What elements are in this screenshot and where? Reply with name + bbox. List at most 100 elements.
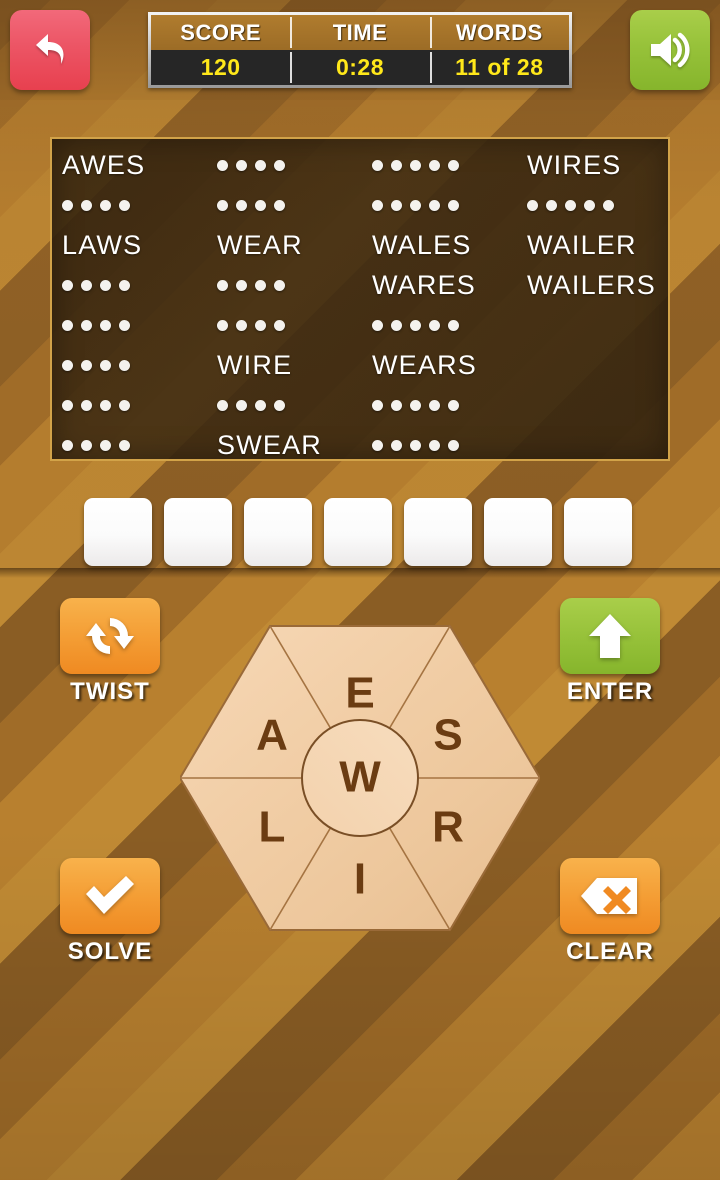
clear-button-face (560, 858, 660, 934)
hidden-letter-dot (100, 439, 111, 451)
stat-words-label-cell: WORDS (429, 15, 569, 50)
hidden-word-dots (217, 159, 285, 171)
hidden-letter-dot (100, 399, 111, 411)
solve-button[interactable]: SOLVE (60, 858, 160, 966)
hidden-letter-dot (448, 199, 459, 211)
hidden-letter-dot (565, 199, 576, 211)
hidden-word-dots (372, 199, 459, 211)
answer-tile[interactable] (404, 498, 472, 566)
word-cell-hidden (62, 385, 217, 425)
hidden-letter-dot (410, 159, 421, 171)
hidden-letter-dot (527, 199, 538, 211)
clear-button[interactable]: CLEAR (560, 858, 660, 966)
answer-tile[interactable] (244, 498, 312, 566)
hidden-letter-dot (429, 159, 440, 171)
solve-button-label: SOLVE (67, 938, 153, 965)
word-cell-hidden (372, 145, 527, 185)
answer-tiles-row (84, 498, 636, 568)
hidden-letter-dot (81, 199, 92, 211)
word-cell-found: WAILERS (527, 265, 668, 305)
hidden-letter-dot (119, 199, 130, 211)
word-grid: AWES WIRES LAWS WEAR WALES WAILER WARES WAILERS… (52, 139, 668, 459)
sound-toggle-button[interactable] (630, 10, 710, 90)
found-word: WIRE (217, 349, 293, 380)
answer-tile[interactable] (484, 498, 552, 566)
word-cell-hidden (372, 425, 527, 459)
up-arrow-icon (586, 610, 634, 662)
stats-value-row: 120 0:28 11 of 28 (151, 50, 569, 85)
found-word: SWEAR (217, 429, 323, 460)
hidden-word-dots (62, 399, 130, 411)
hidden-letter-dot (274, 319, 285, 331)
hidden-letter-dot (62, 359, 73, 371)
hidden-word-dots (372, 159, 459, 171)
hidden-letter-dot (255, 199, 266, 211)
word-cell-found: WARES (372, 265, 527, 305)
word-cell-hidden (372, 385, 527, 425)
word-cell-found: WIRES (527, 145, 668, 185)
twist-button-face (60, 598, 160, 674)
word-cell-hidden (217, 265, 372, 305)
found-word: LAWS (62, 229, 143, 260)
hidden-letter-dot (217, 199, 228, 211)
word-cell-empty (527, 305, 668, 345)
hidden-letter-dot (119, 359, 130, 371)
twist-button-label: TWIST (70, 678, 150, 705)
hidden-letter-dot (255, 159, 266, 171)
hidden-word-dots (217, 199, 285, 211)
hidden-word-dots (62, 439, 130, 451)
word-cell-empty (527, 425, 668, 459)
hidden-word-dots (62, 359, 130, 371)
word-cell-hidden (217, 305, 372, 345)
score-value: 120 (200, 54, 241, 80)
hidden-letter-dot (100, 319, 111, 331)
hidden-letter-dot (546, 199, 557, 211)
stats-panel: SCORE TIME WORDS 120 0:28 11 of 28 (148, 12, 572, 88)
hidden-letter-dot (236, 199, 247, 211)
answer-tile[interactable] (564, 498, 632, 566)
answer-tile[interactable] (84, 498, 152, 566)
backspace-x-icon (579, 874, 641, 918)
hidden-letter-dot (410, 439, 421, 451)
hidden-letter-dot (372, 159, 383, 171)
enter-button[interactable]: ENTER (560, 598, 660, 706)
hidden-letter-dot (81, 439, 92, 451)
letter-wheel[interactable]: E S R I L A W (180, 618, 540, 938)
hidden-letter-dot (372, 399, 383, 411)
hidden-word-dots (217, 319, 285, 331)
enter-button-face (560, 598, 660, 674)
word-cell-hidden (62, 305, 217, 345)
hidden-letter-dot (391, 199, 402, 211)
hidden-letter-dot (217, 399, 228, 411)
found-word: WALES (372, 229, 472, 260)
time-value: 0:28 (335, 54, 385, 80)
back-button[interactable] (10, 10, 90, 90)
stat-words-value-cell: 11 of 28 (429, 50, 569, 85)
hidden-letter-dot (429, 399, 440, 411)
hidden-letter-dot (62, 319, 73, 331)
twist-button[interactable]: TWIST (60, 598, 160, 706)
hidden-word-dots (372, 399, 459, 411)
found-word: WAILERS (527, 269, 656, 300)
hidden-letter-dot (584, 199, 595, 211)
hidden-letter-dot (62, 439, 73, 451)
answer-tile[interactable] (164, 498, 232, 566)
answer-tile[interactable] (324, 498, 392, 566)
found-word: WAILER (527, 229, 637, 260)
word-cell-hidden (372, 185, 527, 225)
hidden-letter-dot (100, 199, 111, 211)
words-label: WORDS (455, 19, 543, 45)
word-cell-hidden (217, 385, 372, 425)
word-cell-found: WEAR (217, 225, 372, 265)
word-cell-found: WALES (372, 225, 527, 265)
back-arrow-icon (28, 30, 72, 70)
hidden-letter-dot (236, 279, 247, 291)
hidden-letter-dot (81, 319, 92, 331)
hidden-letter-dot (372, 439, 383, 451)
hidden-word-dots (62, 279, 130, 291)
hidden-letter-dot (100, 279, 111, 291)
refresh-arrows-icon (83, 611, 137, 661)
hidden-letter-dot (448, 319, 459, 331)
hidden-letter-dot (391, 399, 402, 411)
hidden-letter-dot (119, 399, 130, 411)
